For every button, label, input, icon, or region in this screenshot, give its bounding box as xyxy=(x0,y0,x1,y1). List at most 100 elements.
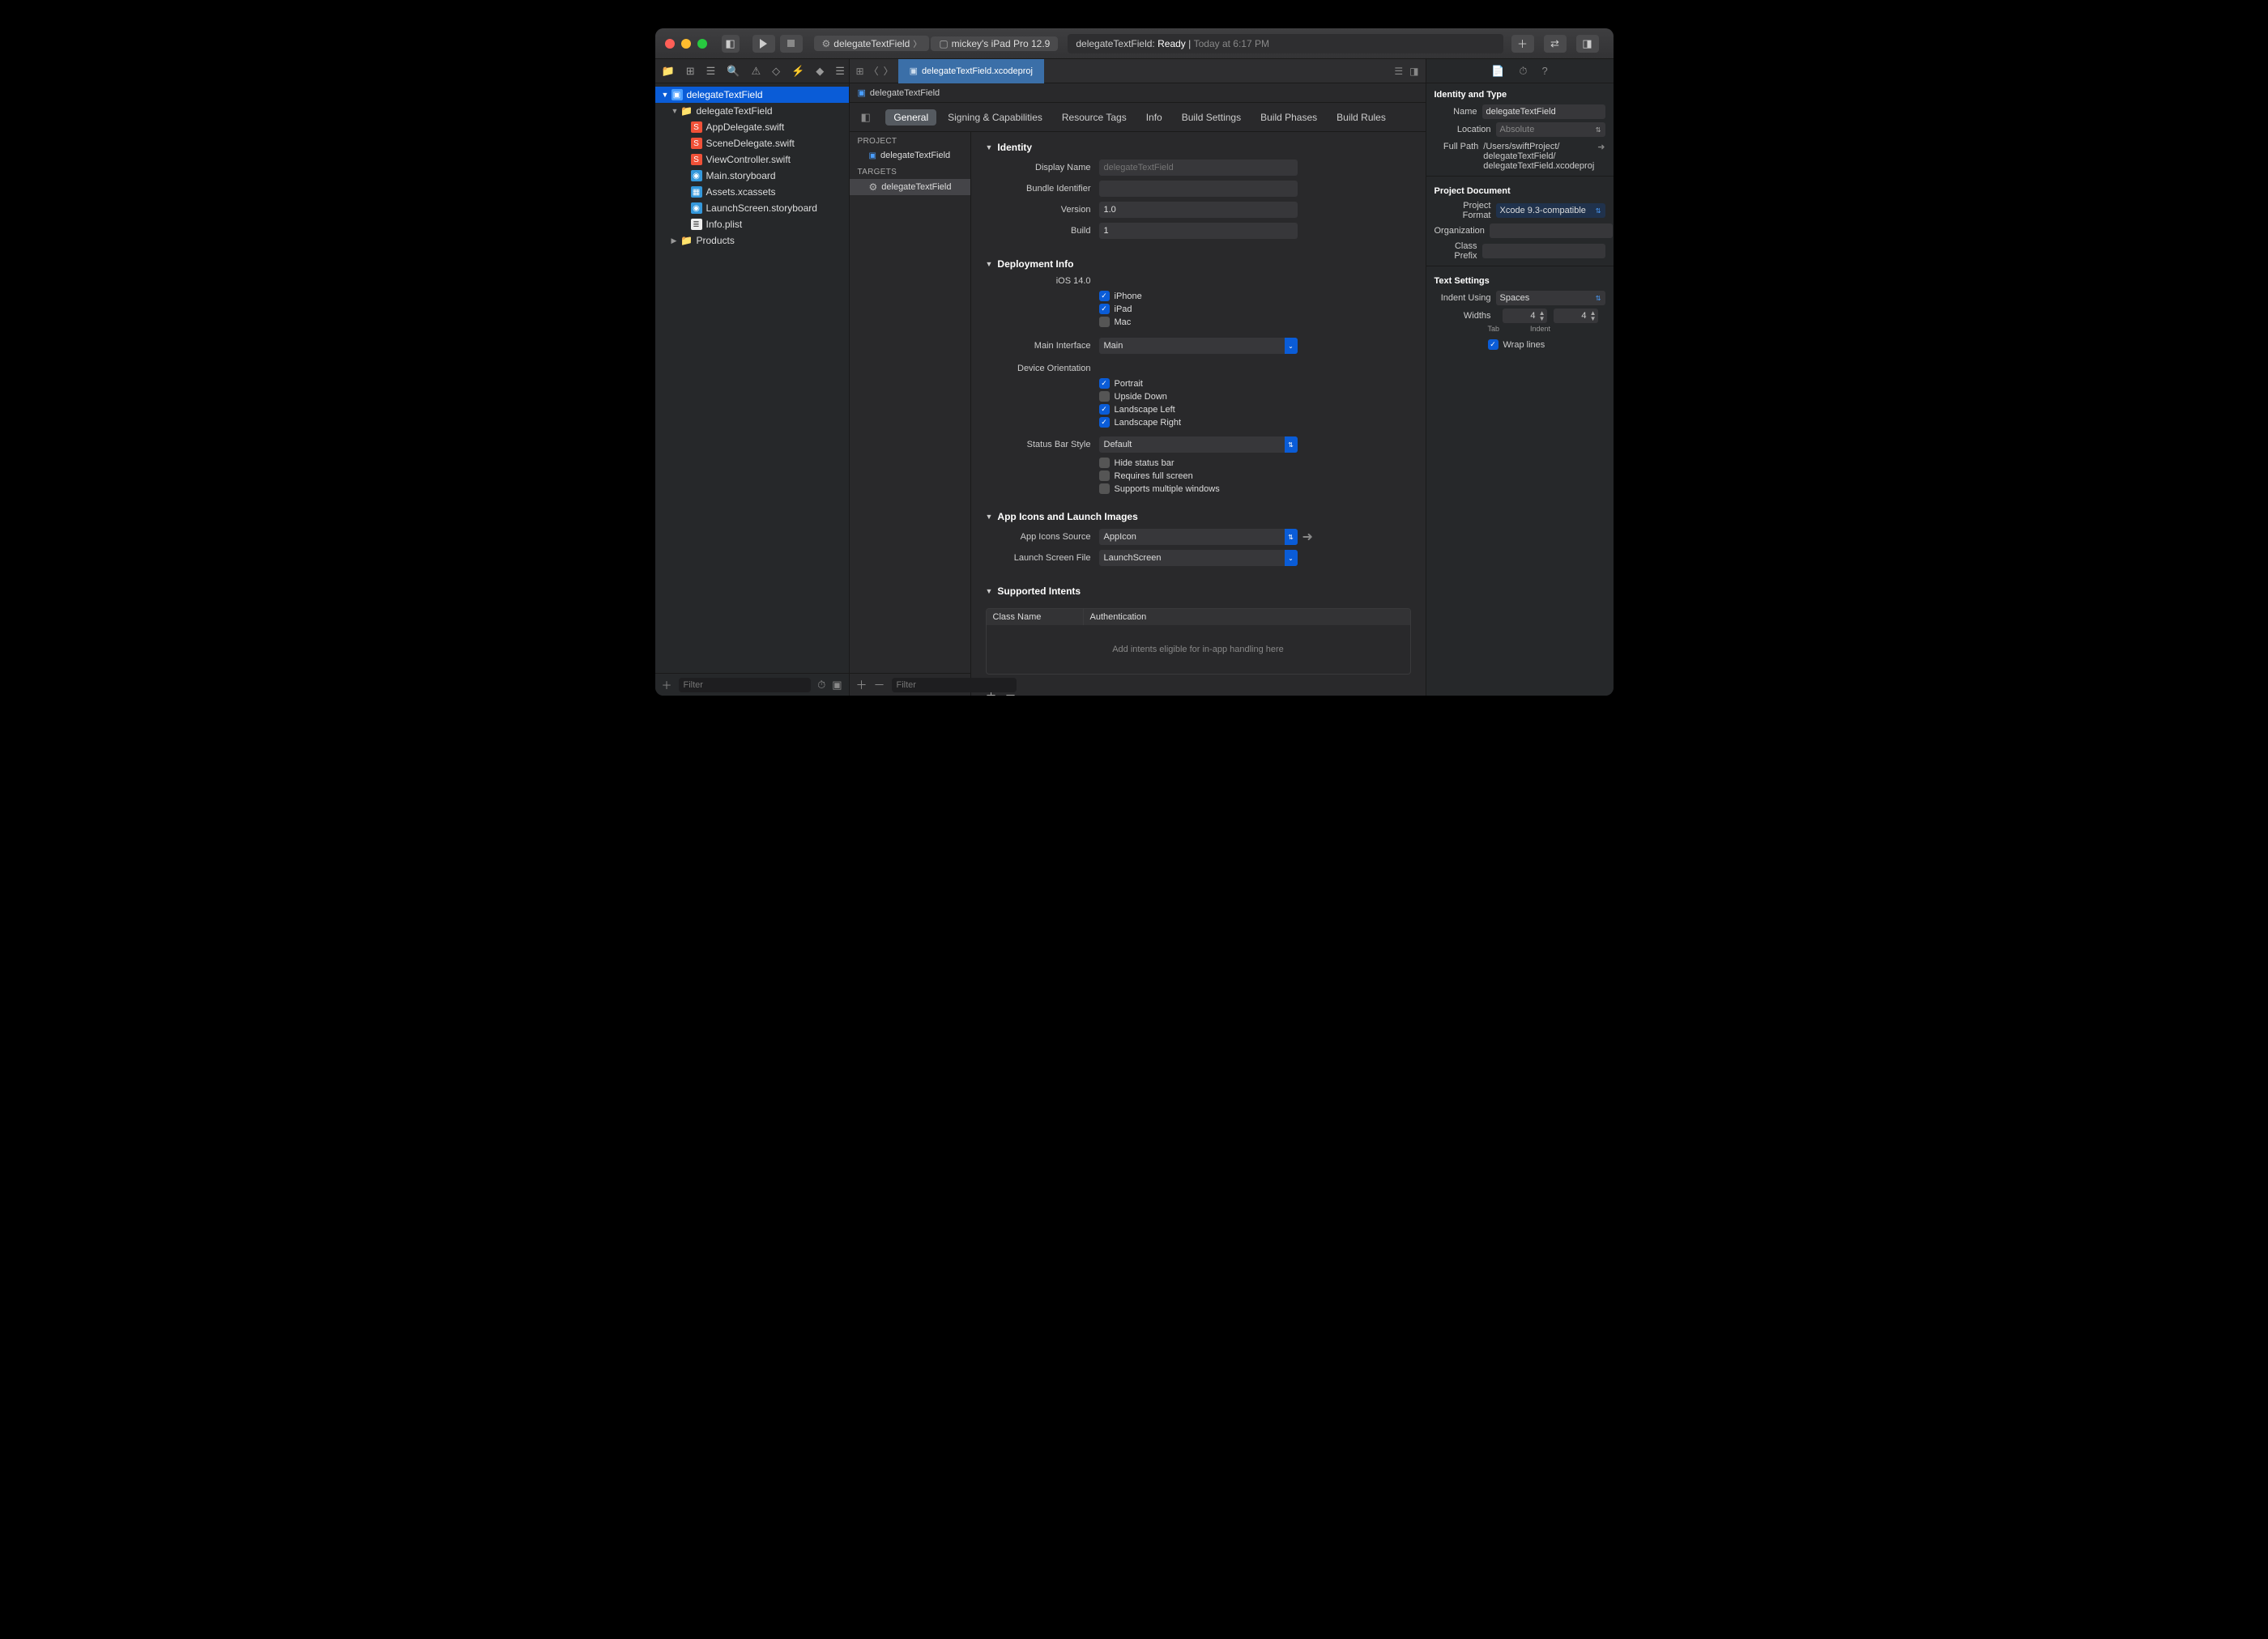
tab-general[interactable]: General xyxy=(885,109,936,126)
chevron-down-icon: ⌄ xyxy=(1285,338,1298,354)
app-icons-source-select[interactable]: AppIcon⇅ xyxy=(1099,529,1298,545)
editor-options-icon[interactable]: ☰ xyxy=(1394,66,1403,77)
hide-status-checkbox[interactable] xyxy=(1099,458,1110,468)
intents-table: Class Name Authentication Add intents el… xyxy=(986,608,1411,675)
indent-width-stepper[interactable]: 4▲▼ xyxy=(1554,309,1598,323)
location-select[interactable]: Absolute⇅ xyxy=(1496,122,1605,137)
tab-build-rules[interactable]: Build Rules xyxy=(1328,109,1394,126)
tab-signing[interactable]: Signing & Capabilities xyxy=(940,109,1051,126)
version-field[interactable] xyxy=(1099,202,1298,218)
class-prefix-field[interactable] xyxy=(1482,244,1605,258)
app-icons-header[interactable]: ▼App Icons and Launch Images xyxy=(986,511,1411,522)
history-inspector-icon[interactable]: ⏱ xyxy=(1519,65,1527,78)
tab-width-stepper[interactable]: 4▲▼ xyxy=(1503,309,1547,323)
issue-navigator-icon[interactable]: ⚠ xyxy=(751,65,761,78)
project-header: PROJECT xyxy=(850,132,970,148)
related-items-icon[interactable]: ⊞ xyxy=(856,66,864,77)
tree-products[interactable]: ▶📁 Products xyxy=(655,232,849,249)
add-button[interactable]: ＋ xyxy=(662,677,672,692)
project-item[interactable]: ▣delegateTextField xyxy=(850,148,970,163)
stepper-icon: ▲▼ xyxy=(1590,310,1597,321)
back-button[interactable]: 〈 xyxy=(869,64,879,78)
indent-using-select[interactable]: Spaces⇅ xyxy=(1496,291,1605,305)
ipad-checkbox[interactable]: ✓ xyxy=(1099,304,1110,314)
col-authentication[interactable]: Authentication xyxy=(1084,609,1410,625)
code-review-button[interactable]: ⇄ xyxy=(1544,35,1567,53)
tree-file[interactable]: SSceneDelegate.swift xyxy=(655,135,849,151)
reveal-icon[interactable]: ➜ xyxy=(1597,142,1605,152)
status-bar-select[interactable]: Default⇅ xyxy=(1099,436,1298,453)
landscape-right-checkbox[interactable]: ✓ xyxy=(1099,417,1110,428)
report-navigator-icon[interactable]: ☰ xyxy=(835,65,845,78)
project-navigator-icon[interactable]: 📁 xyxy=(662,65,675,78)
editor-tab[interactable]: ▣ delegateTextField.xcodeproj xyxy=(898,59,1044,83)
chevron-down-icon: ⌄ xyxy=(1285,550,1298,566)
close-button[interactable] xyxy=(665,39,675,49)
identity-header[interactable]: ▼Identity xyxy=(986,142,1411,153)
organization-field[interactable] xyxy=(1490,224,1613,238)
project-format-select[interactable]: Xcode 9.3-compatible⇅ xyxy=(1496,203,1605,218)
adjust-editor-icon[interactable]: ◨ xyxy=(1409,66,1418,77)
zoom-button[interactable] xyxy=(697,39,707,49)
target-filter-input[interactable] xyxy=(892,678,1017,692)
insp-name-field[interactable] xyxy=(1482,104,1605,119)
multi-window-checkbox[interactable] xyxy=(1099,483,1110,494)
tree-group[interactable]: ▼📁 delegateTextField xyxy=(655,103,849,119)
tree-file[interactable]: SAppDelegate.swift xyxy=(655,119,849,135)
wrap-lines-checkbox[interactable]: ✓ xyxy=(1488,339,1498,350)
mac-checkbox[interactable] xyxy=(1099,317,1110,327)
run-button[interactable] xyxy=(752,35,775,53)
remove-target-button[interactable]: － xyxy=(874,677,885,693)
toggle-outline-icon[interactable]: ◧ xyxy=(861,111,871,124)
tab-build-settings[interactable]: Build Settings xyxy=(1174,109,1249,126)
tab-build-phases[interactable]: Build Phases xyxy=(1252,109,1325,126)
tree-root[interactable]: ▼▣ delegateTextField xyxy=(655,87,849,103)
source-control-navigator-icon[interactable]: ⊞ xyxy=(686,65,695,78)
recent-filter-icon[interactable]: ⏱ xyxy=(817,679,825,692)
forward-button[interactable]: 〉 xyxy=(884,64,893,78)
display-name-field[interactable] xyxy=(1099,160,1298,176)
col-class-name[interactable]: Class Name xyxy=(987,609,1084,625)
tree-file[interactable]: ▦Assets.xcassets xyxy=(655,184,849,200)
minimize-button[interactable] xyxy=(681,39,691,49)
target-filter-bar: ＋ － xyxy=(850,673,971,696)
destination-selector[interactable]: ▢ mickey's iPad Pro 12.9 xyxy=(931,36,1058,51)
target-item[interactable]: ⚙︎delegateTextField xyxy=(850,179,970,195)
find-navigator-icon[interactable]: 🔍 xyxy=(727,65,740,78)
tree-file[interactable]: ◉Main.storyboard xyxy=(655,168,849,184)
scm-filter-icon[interactable]: ▣ xyxy=(832,679,842,692)
test-navigator-icon[interactable]: ◇ xyxy=(772,65,780,78)
add-target-button[interactable]: ＋ xyxy=(856,677,868,693)
upside-down-checkbox[interactable] xyxy=(1099,391,1110,402)
go-to-asset-icon[interactable]: ➜ xyxy=(1302,529,1313,545)
file-inspector-icon[interactable]: 📄 xyxy=(1491,65,1504,78)
launch-screen-select[interactable]: LaunchScreen⌄ xyxy=(1099,550,1298,566)
main-interface-select[interactable]: Main⌄ xyxy=(1099,338,1298,354)
stop-button[interactable] xyxy=(780,35,803,53)
iphone-checkbox[interactable]: ✓ xyxy=(1099,291,1110,301)
breakpoint-navigator-icon[interactable]: ◆ xyxy=(816,65,824,78)
help-inspector-icon[interactable]: ? xyxy=(1542,65,1548,77)
tree-file[interactable]: SViewController.swift xyxy=(655,151,849,168)
intents-header[interactable]: ▼Supported Intents xyxy=(986,585,1411,597)
toggle-navigator-button[interactable]: ◧ xyxy=(722,35,740,53)
jump-bar[interactable]: ▣ delegateTextField xyxy=(850,83,1426,103)
toggle-inspector-button[interactable]: ◨ xyxy=(1576,35,1599,53)
landscape-left-checkbox[interactable]: ✓ xyxy=(1099,404,1110,415)
app-icon: ⚙︎ xyxy=(822,38,831,49)
tab-info[interactable]: Info xyxy=(1138,109,1170,126)
library-button[interactable]: ＋ xyxy=(1511,35,1534,53)
bundle-id-field[interactable] xyxy=(1099,181,1298,197)
storyboard-icon: ◉ xyxy=(691,170,702,181)
tree-file[interactable]: ≣Info.plist xyxy=(655,216,849,232)
scheme-selector[interactable]: ⚙︎ delegateTextField 〉 xyxy=(814,36,930,51)
portrait-checkbox[interactable]: ✓ xyxy=(1099,378,1110,389)
tree-file[interactable]: ◉LaunchScreen.storyboard xyxy=(655,200,849,216)
filter-input[interactable] xyxy=(679,678,812,692)
full-screen-checkbox[interactable] xyxy=(1099,470,1110,481)
build-field[interactable] xyxy=(1099,223,1298,239)
deployment-header[interactable]: ▼Deployment Info xyxy=(986,258,1411,270)
tab-resource-tags[interactable]: Resource Tags xyxy=(1054,109,1135,126)
debug-navigator-icon[interactable]: ⚡ xyxy=(791,65,804,78)
symbol-navigator-icon[interactable]: ☰ xyxy=(706,65,716,78)
